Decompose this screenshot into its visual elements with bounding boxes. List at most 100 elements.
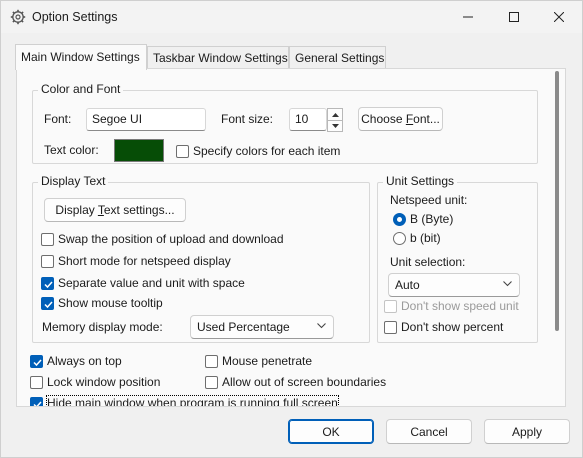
font-size-spinner[interactable] bbox=[327, 108, 343, 132]
apply-label: Apply bbox=[511, 424, 543, 439]
settings-panel: Color and Font Font: Segoe UI Font size:… bbox=[16, 68, 566, 407]
choose-font-label: Choose Font... bbox=[361, 112, 440, 126]
netspeed-unit-label: Netspeed unit: bbox=[390, 193, 468, 207]
check-icon bbox=[44, 280, 53, 288]
swap-label: Swap the position of upload and download bbox=[58, 232, 284, 246]
cancel-button[interactable]: Cancel bbox=[386, 419, 472, 444]
unit-selection-dropdown[interactable]: Auto bbox=[388, 273, 520, 297]
memory-display-dropdown[interactable]: Used Percentage bbox=[190, 315, 334, 339]
lock-position-label: Lock window position bbox=[47, 375, 161, 389]
scrollbar-thumb[interactable] bbox=[555, 71, 559, 331]
unit-selection-label: Unit selection: bbox=[390, 255, 466, 269]
checkbox-box bbox=[176, 144, 189, 158]
dont-show-speed-unit-checkbox: Don't show speed unit bbox=[384, 299, 519, 313]
short-mode-checkbox[interactable]: Short mode for netspeed display bbox=[41, 254, 231, 268]
chevron-down-icon bbox=[503, 281, 512, 287]
gear-icon bbox=[10, 9, 26, 25]
display-text-group-title: Display Text bbox=[38, 174, 109, 188]
text-color-label: Text color: bbox=[44, 143, 99, 157]
minimize-button[interactable] bbox=[445, 1, 491, 33]
separate-value-unit-checkbox[interactable]: Separate value and unit with space bbox=[41, 276, 245, 290]
unit-bit-radio[interactable]: b (bit) bbox=[393, 231, 441, 245]
always-on-top-label: Always on top bbox=[47, 354, 122, 368]
caret-up-icon bbox=[331, 112, 339, 117]
radio-unselected bbox=[393, 231, 406, 245]
mouse-penetrate-label: Mouse penetrate bbox=[222, 354, 313, 368]
swap-upload-download-checkbox[interactable]: Swap the position of upload and download bbox=[41, 232, 284, 246]
display-text-settings-button[interactable]: Display Text settings... bbox=[44, 198, 186, 222]
check-icon bbox=[44, 300, 53, 308]
always-on-top-checkbox[interactable]: Always on top bbox=[30, 354, 122, 368]
font-label: Font: bbox=[44, 112, 72, 126]
checkbox-box bbox=[41, 232, 54, 246]
spin-up-button[interactable] bbox=[328, 109, 342, 120]
tab-general-settings[interactable]: General Settings bbox=[289, 46, 386, 70]
checkbox-box bbox=[30, 375, 43, 389]
maximize-button[interactable] bbox=[491, 1, 537, 33]
byte-label: B (Byte) bbox=[410, 212, 454, 226]
title-bar[interactable]: Option Settings bbox=[1, 1, 582, 33]
memory-display-value: Used Percentage bbox=[197, 320, 290, 334]
maximize-icon bbox=[509, 12, 519, 22]
window-title: Option Settings bbox=[32, 10, 118, 24]
checkbox-box-checked bbox=[30, 396, 43, 406]
ok-label: OK bbox=[322, 424, 340, 439]
font-size-field[interactable]: 10 bbox=[289, 108, 327, 131]
choose-font-button[interactable]: Choose Font... bbox=[358, 107, 443, 131]
ok-button[interactable]: OK bbox=[288, 419, 374, 444]
check-icon bbox=[33, 400, 42, 406]
text-color-swatch[interactable] bbox=[114, 139, 164, 162]
checkbox-box bbox=[41, 254, 54, 268]
memory-display-label: Memory display mode: bbox=[42, 320, 163, 334]
mouse-penetrate-checkbox[interactable]: Mouse penetrate bbox=[205, 354, 312, 368]
dont-show-percent-checkbox[interactable]: Don't show percent bbox=[384, 320, 503, 334]
tab-label: Taskbar Window Settings bbox=[153, 51, 288, 65]
short-mode-label: Short mode for netspeed display bbox=[58, 254, 231, 268]
minimize-icon bbox=[463, 16, 473, 18]
panel-scrollbar[interactable] bbox=[554, 71, 560, 361]
check-icon bbox=[33, 358, 42, 366]
unit-selection-value: Auto bbox=[395, 278, 420, 292]
lock-window-position-checkbox[interactable]: Lock window position bbox=[30, 375, 160, 389]
checkbox-box bbox=[384, 299, 397, 313]
spin-down-button[interactable] bbox=[328, 120, 342, 131]
hide-fullscreen-label: Hide main window when program is running… bbox=[46, 395, 339, 406]
unit-settings-group-title: Unit Settings bbox=[383, 174, 458, 188]
checkbox-box-checked bbox=[41, 276, 54, 290]
checkbox-box bbox=[205, 375, 218, 389]
cancel-label: Cancel bbox=[410, 424, 448, 439]
close-icon bbox=[554, 12, 564, 22]
font-name-field[interactable]: Segoe UI bbox=[86, 108, 206, 131]
dont-show-speed-unit-label: Don't show speed unit bbox=[401, 299, 519, 313]
tab-label: Main Window Settings bbox=[21, 50, 140, 64]
checkbox-box bbox=[384, 320, 397, 334]
specify-colors-label: Specify colors for each item bbox=[193, 144, 341, 158]
caret-down-icon bbox=[331, 124, 339, 128]
checkbox-box bbox=[205, 354, 218, 368]
allow-out-of-screen-label: Allow out of screen boundaries bbox=[222, 375, 387, 389]
apply-button[interactable]: Apply bbox=[484, 419, 570, 444]
tab-main-window-settings[interactable]: Main Window Settings bbox=[15, 44, 147, 70]
font-size-label: Font size: bbox=[221, 112, 274, 126]
checkbox-box-checked bbox=[30, 354, 43, 368]
allow-out-of-screen-checkbox[interactable]: Allow out of screen boundaries bbox=[205, 375, 386, 389]
tab-taskbar-window-settings[interactable]: Taskbar Window Settings bbox=[147, 46, 289, 70]
show-tooltip-checkbox[interactable]: Show mouse tooltip bbox=[41, 296, 163, 310]
bit-label: b (bit) bbox=[410, 231, 441, 245]
specify-colors-checkbox[interactable]: Specify colors for each item bbox=[176, 144, 340, 158]
unit-byte-radio[interactable]: B (Byte) bbox=[393, 212, 453, 226]
tab-label: General Settings bbox=[295, 51, 385, 65]
hide-fullscreen-checkbox[interactable]: Hide main window when program is running… bbox=[30, 395, 339, 406]
color-font-group-title: Color and Font bbox=[38, 82, 124, 96]
checkbox-box-checked bbox=[41, 296, 54, 310]
tooltip-label: Show mouse tooltip bbox=[58, 296, 163, 310]
display-text-settings-label: Display Text settings... bbox=[55, 203, 175, 217]
radio-selected bbox=[393, 212, 406, 226]
dont-show-percent-label: Don't show percent bbox=[401, 320, 504, 334]
font-size-value: 10 bbox=[295, 112, 309, 126]
separate-label: Separate value and unit with space bbox=[58, 276, 245, 290]
font-name-value: Segoe UI bbox=[92, 112, 143, 126]
option-settings-window: Option Settings Main Window Settings Tas… bbox=[0, 0, 583, 458]
chevron-down-icon bbox=[317, 323, 326, 329]
close-button[interactable] bbox=[536, 1, 582, 33]
